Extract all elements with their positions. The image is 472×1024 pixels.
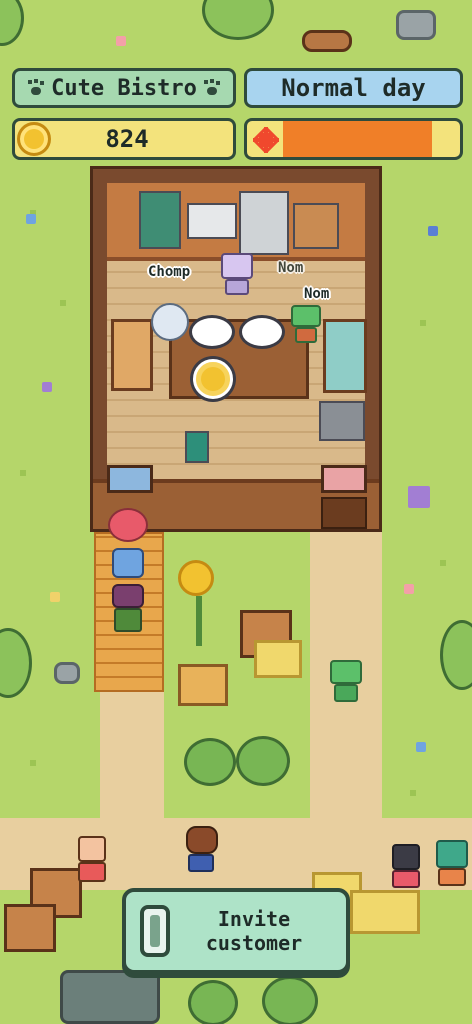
invite-customer-button[interactable]: Invite customer bbox=[122, 888, 350, 974]
crate bbox=[4, 904, 56, 952]
queued-customer[interactable] bbox=[110, 548, 146, 584]
speech-bubble: Chomp bbox=[148, 264, 191, 280]
grass-detail bbox=[410, 790, 416, 796]
day-type-label: Normal day bbox=[281, 74, 426, 102]
plate[interactable] bbox=[239, 315, 285, 349]
walking-customer[interactable] bbox=[74, 836, 110, 886]
plate[interactable] bbox=[189, 315, 235, 349]
wandering-frog[interactable] bbox=[328, 660, 364, 706]
window bbox=[321, 465, 367, 493]
flower-bush bbox=[236, 736, 290, 786]
tree bbox=[0, 628, 32, 698]
log bbox=[302, 30, 352, 52]
grass-detail bbox=[440, 560, 446, 566]
paw-icon bbox=[203, 79, 221, 97]
rock bbox=[54, 662, 80, 684]
flower-decoration bbox=[408, 486, 430, 508]
restaurant-door[interactable] bbox=[321, 497, 367, 529]
bush bbox=[188, 980, 238, 1024]
walking-customer[interactable] bbox=[388, 844, 424, 892]
day-progress-bar bbox=[244, 118, 463, 160]
rock bbox=[396, 10, 436, 40]
rug bbox=[111, 319, 153, 391]
flower-decoration bbox=[404, 584, 414, 594]
bush bbox=[262, 976, 318, 1024]
flower-decoration bbox=[116, 36, 126, 46]
coin-value: 824 bbox=[105, 125, 149, 153]
bottles bbox=[185, 431, 209, 463]
sink bbox=[187, 203, 237, 239]
coin-counter[interactable]: 824 bbox=[12, 118, 236, 160]
flower-decoration bbox=[26, 214, 36, 224]
restaurant-name: Cute Bistro bbox=[51, 75, 197, 101]
paw-icon bbox=[27, 79, 45, 97]
hay-bale bbox=[350, 890, 420, 934]
treasure-chest bbox=[178, 664, 228, 706]
coin-icon bbox=[17, 122, 51, 156]
day-progress-fill bbox=[283, 121, 432, 157]
flower-decoration bbox=[416, 742, 426, 752]
phone-icon bbox=[140, 905, 170, 957]
speech-bubble: Nom bbox=[278, 260, 304, 276]
rug bbox=[323, 319, 367, 393]
hay-bale bbox=[254, 640, 302, 678]
rock bbox=[60, 970, 160, 1024]
speech-bubble: Nom bbox=[304, 286, 330, 302]
walking-customer[interactable] bbox=[182, 826, 222, 876]
register bbox=[319, 401, 365, 441]
restaurant-building[interactable] bbox=[90, 166, 382, 532]
walking-customer[interactable] bbox=[434, 840, 472, 890]
flower-bush bbox=[184, 738, 236, 786]
sun-icon bbox=[251, 125, 281, 155]
grass-detail bbox=[420, 320, 426, 326]
window bbox=[107, 465, 153, 493]
chef-cat[interactable] bbox=[219, 253, 255, 297]
shelf bbox=[139, 191, 181, 249]
grass-detail bbox=[60, 300, 66, 306]
grass-detail bbox=[20, 470, 26, 476]
tree bbox=[202, 0, 274, 40]
sunflower bbox=[178, 560, 214, 596]
flower-decoration bbox=[428, 226, 438, 236]
stove bbox=[239, 191, 289, 255]
dirt-path bbox=[100, 690, 164, 830]
customer-ghost[interactable] bbox=[151, 303, 191, 347]
restaurant-name-panel[interactable]: Cute Bistro bbox=[12, 68, 236, 108]
coin-pickup[interactable] bbox=[193, 359, 233, 399]
queued-customer[interactable] bbox=[110, 584, 146, 636]
grass-detail bbox=[30, 760, 36, 766]
day-type-panel[interactable]: Normal day bbox=[244, 68, 463, 108]
customer-frog[interactable] bbox=[289, 305, 323, 345]
invite-customer-label: Invite customer bbox=[205, 907, 303, 955]
cabinet bbox=[293, 203, 339, 249]
flower-decoration bbox=[50, 592, 60, 602]
tree bbox=[0, 0, 24, 46]
flower-decoration bbox=[42, 382, 52, 392]
sunflower-stem bbox=[196, 596, 202, 646]
tree bbox=[440, 620, 472, 690]
